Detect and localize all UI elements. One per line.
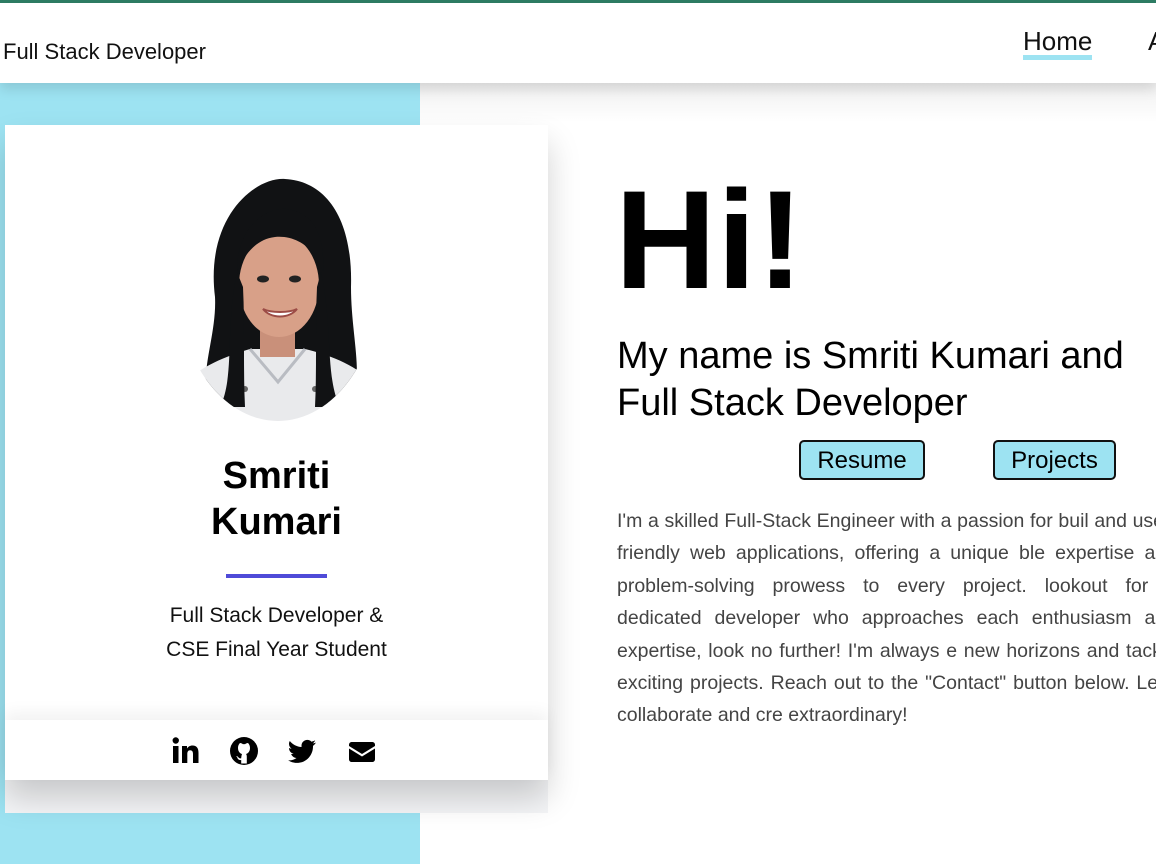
hero-intro: My name is Smriti Kumari and Full Stack …	[617, 333, 1124, 427]
twitter-icon[interactable]	[287, 736, 317, 766]
profile-photo	[175, 177, 381, 421]
resume-button[interactable]: Resume	[799, 440, 925, 480]
name-divider	[226, 574, 327, 578]
subtitle-line1: Full Stack Developer &	[169, 604, 384, 627]
github-icon[interactable]	[229, 736, 259, 766]
hero-greeting: Hi!	[615, 161, 805, 318]
hero-intro-line2: Full Stack Developer	[617, 382, 968, 424]
profile-name: Smriti Kumari	[5, 453, 548, 545]
projects-button[interactable]: Projects	[993, 440, 1116, 480]
profile-card: Smriti Kumari Full Stack Developer & CSE…	[5, 125, 548, 780]
nav-link-home[interactable]: Home	[1023, 27, 1093, 60]
nav-link-about[interactable]: A	[1148, 27, 1156, 55]
hero-intro-line1: My name is Smriti Kumari and	[617, 335, 1124, 377]
card-shadow-base	[5, 780, 548, 813]
hero-bio: I'm a skilled Full-Stack Engineer with a…	[617, 510, 1156, 727]
profile-name-line2: Kumari	[211, 501, 342, 543]
profile-name-line1: Smriti	[222, 455, 331, 497]
navbar: Full Stack Developer Home A	[0, 3, 1156, 83]
brand-title[interactable]: Full Stack Developer	[3, 39, 206, 65]
profile-subtitle: Full Stack Developer & CSE Final Year St…	[5, 599, 548, 667]
envelope-icon[interactable]	[347, 736, 377, 766]
social-links-bar	[5, 720, 548, 780]
navbar-shadow	[420, 83, 1156, 123]
linkedin-icon[interactable]	[171, 736, 201, 766]
subtitle-line2: CSE Final Year Student	[166, 638, 387, 661]
